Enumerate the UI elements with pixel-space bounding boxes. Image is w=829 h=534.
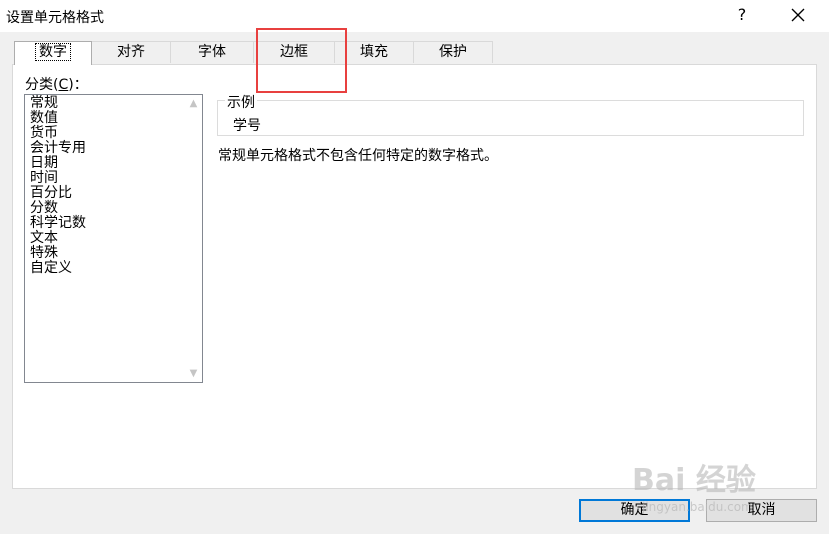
tab-font[interactable]: 字体 (170, 41, 254, 63)
list-item[interactable]: 科学记数 (30, 216, 86, 231)
list-item[interactable]: 会计专用 (30, 141, 86, 156)
list-item[interactable]: 数值 (30, 111, 86, 126)
list-item[interactable]: 特殊 (30, 246, 86, 261)
tab-alignment[interactable]: 对齐 (91, 41, 171, 63)
tab-protection[interactable]: 保护 (413, 41, 493, 63)
list-item[interactable]: 时间 (30, 171, 86, 186)
category-listbox[interactable]: 常规 数值 货币 会计专用 日期 时间 百分比 分数 科学记数 文本 特殊 自定… (24, 94, 203, 383)
tab-number[interactable]: 数字 (14, 41, 92, 65)
category-label: 分类(C)： (25, 77, 88, 93)
watermark-logo: Bai 经验 (632, 463, 756, 498)
title-bar: 设置单元格格式 ? (0, 0, 829, 32)
list-item[interactable]: 常规 (30, 96, 86, 111)
close-icon[interactable] (787, 3, 809, 27)
list-item[interactable]: 日期 (30, 156, 86, 171)
scroll-up-icon[interactable]: ▲ (189, 99, 198, 109)
list-item[interactable]: 自定义 (30, 261, 86, 276)
format-description: 常规单元格格式不包含任何特定的数字格式。 (218, 148, 498, 164)
sample-groupbox (217, 100, 804, 136)
watermark-url: jingyan.baidu.com (642, 500, 753, 514)
sample-label: 示例 (225, 92, 257, 112)
highlight-box (256, 28, 347, 93)
dialog-title: 设置单元格格式 (6, 10, 104, 26)
help-button[interactable]: ? (733, 5, 751, 24)
list-item[interactable]: 分数 (30, 201, 86, 216)
sample-value: 学号 (233, 118, 261, 134)
list-item[interactable]: 百分比 (30, 186, 86, 201)
scroll-down-icon[interactable]: ▼ (189, 369, 198, 379)
list-item[interactable]: 货币 (30, 126, 86, 141)
list-item[interactable]: 文本 (30, 231, 86, 246)
scrollbar[interactable]: ▲ ▼ (185, 95, 202, 382)
